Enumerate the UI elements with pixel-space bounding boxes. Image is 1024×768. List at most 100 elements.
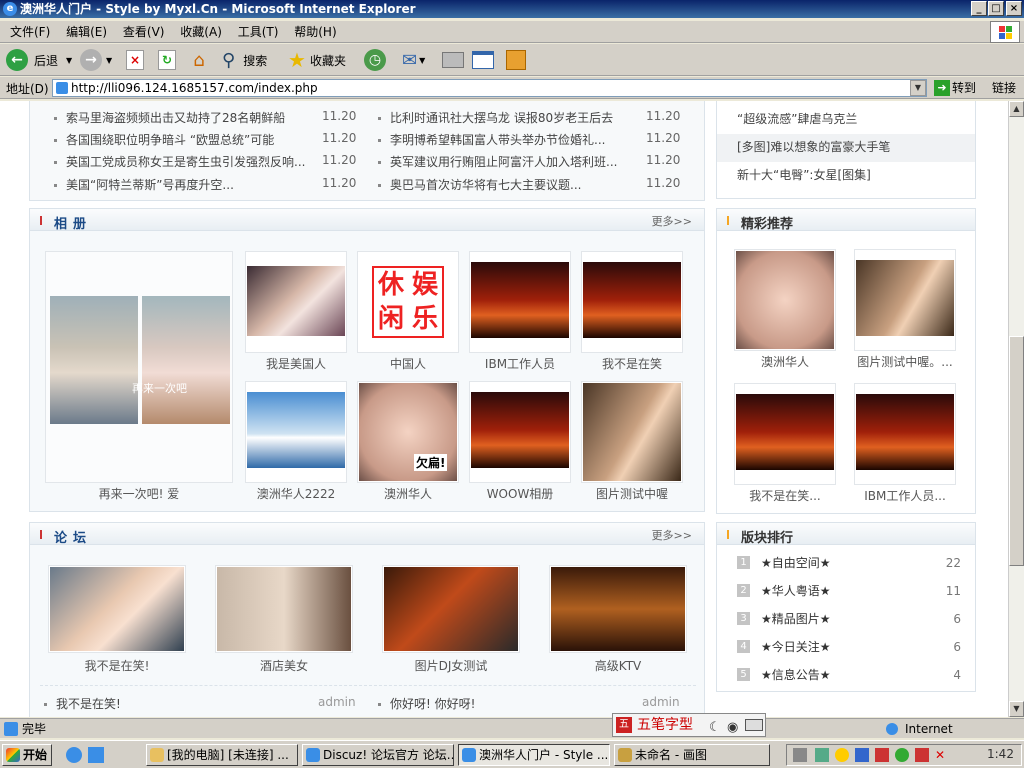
taskbar-item[interactable]: 未命名 - 画图 <box>614 744 770 766</box>
forum-thumb[interactable] <box>215 565 353 653</box>
desktop-quicklaunch-icon[interactable] <box>88 747 104 763</box>
recommend-thumb[interactable] <box>854 249 956 351</box>
recommend-caption[interactable]: 澳洲华人 <box>734 353 836 370</box>
album-thumb[interactable] <box>245 251 347 353</box>
tray-icon[interactable] <box>895 748 909 762</box>
taskbar-item-active[interactable]: 澳洲华人门户 - Style ... <box>458 744 610 766</box>
mail-button[interactable]: ✉ ▼ <box>402 48 425 72</box>
forum-thread[interactable]: 我不是在笑! admin <box>44 695 356 712</box>
news-item[interactable]: 英国工党成员称女王是寄生虫引发强烈反响... 11.20 <box>54 153 364 170</box>
album-thumb[interactable]: 欠扁! <box>357 381 459 483</box>
news-item[interactable]: 奥巴马首次访华将有七大主要议题... 11.20 <box>378 176 688 193</box>
scroll-thumb[interactable] <box>1009 336 1024 566</box>
side-news-item[interactable]: “超级流感”肆虐乌克兰 <box>737 110 857 127</box>
menu-edit[interactable]: 编辑(E) <box>60 21 113 43</box>
album-thumb[interactable]: 休娱闲乐 <box>357 251 459 353</box>
back-button[interactable]: ← 后退 ▼ <box>6 48 72 72</box>
address-input[interactable]: http://lli096.124.1685157.com/index.php <box>52 79 927 97</box>
research-button[interactable] <box>506 48 526 72</box>
news-item[interactable]: 索马里海盗频频出击又劫持了28名朝鲜船 11.20 <box>54 109 364 126</box>
antivirus-icon[interactable] <box>915 748 929 762</box>
menu-help[interactable]: 帮助(H) <box>288 21 342 43</box>
forum-caption[interactable]: 图片DJ女测试 <box>382 657 520 674</box>
album-caption[interactable]: 图片测试中喔 <box>581 485 683 502</box>
forum-caption[interactable]: 高级KTV <box>549 657 687 674</box>
album-caption[interactable]: 我是美国人 <box>245 355 347 372</box>
featured-caption[interactable]: 再来一次吧! 爱 <box>45 485 233 502</box>
ime-toolbar[interactable]: 五 五笔字型 ☾ ◉ <box>612 713 766 737</box>
ranking-row[interactable]: 2 ★华人粤语★ 11 <box>735 577 961 605</box>
recommend-thumb[interactable] <box>854 383 956 485</box>
edit-button[interactable] <box>472 48 494 72</box>
ie-quicklaunch-icon[interactable] <box>66 747 82 763</box>
taskbar-item[interactable]: [我的电脑] [未连接] ... <box>146 744 298 766</box>
album-caption[interactable]: WOOW相册 <box>469 485 571 502</box>
side-news-item[interactable]: [多图]难以想象的富豪大手笔 <box>737 138 890 155</box>
album-caption[interactable]: 澳洲华人 <box>357 485 459 502</box>
close-button[interactable]: × <box>1006 1 1022 16</box>
news-item[interactable]: 比利时通讯社大摆乌龙 误报80岁老王后去 11.20 <box>378 109 688 126</box>
search-button[interactable]: ⚲ 搜索 <box>222 48 267 72</box>
qq-icon[interactable] <box>835 748 849 762</box>
stop-button[interactable]: × <box>126 48 144 72</box>
moon-icon[interactable]: ☾ <box>709 717 721 739</box>
keyboard-icon[interactable] <box>745 719 763 731</box>
recommend-caption[interactable]: 我不是在笑... <box>734 487 836 504</box>
news-item[interactable]: 美国“阿特兰蒂斯”号再度升空... 11.20 <box>54 176 364 193</box>
go-button[interactable]: ➜ 转到 <box>932 79 986 97</box>
ranking-row[interactable]: 1 ★自由空间★ 22 <box>735 549 961 577</box>
forward-button[interactable]: → ▼ <box>80 48 112 72</box>
history-button[interactable]: ◷ <box>364 48 386 72</box>
tray-icon[interactable] <box>815 748 829 762</box>
print-button[interactable] <box>442 48 464 72</box>
menu-tools[interactable]: 工具(T) <box>232 21 285 43</box>
album-featured[interactable]: 再来一次吧 <box>45 251 233 483</box>
forum-caption[interactable]: 我不是在笑! <box>48 657 186 674</box>
forum-caption[interactable]: 酒店美女 <box>215 657 353 674</box>
scroll-up-button[interactable]: ▲ <box>1009 101 1024 117</box>
forum-more-link[interactable]: 更多>> <box>652 527 692 543</box>
recommend-caption[interactable]: 图片测试中喔。... <box>849 353 961 370</box>
album-more-link[interactable]: 更多>> <box>652 213 692 229</box>
forum-thumb[interactable] <box>382 565 520 653</box>
scroll-down-button[interactable]: ▼ <box>1009 701 1024 717</box>
punctuation-icon[interactable]: ◉ <box>727 717 738 739</box>
ranking-row[interactable]: 5 ★信息公告★ 4 <box>735 661 961 689</box>
recommend-thumb[interactable] <box>734 383 836 485</box>
recommend-caption[interactable]: IBM工作人员... <box>849 487 961 504</box>
taskbar-item[interactable]: Discuz! 论坛官方 论坛... <box>302 744 454 766</box>
menu-file[interactable]: 文件(F) <box>4 21 56 43</box>
album-caption[interactable]: 澳洲华人2222 <box>245 485 347 502</box>
forum-thread[interactable]: 你好呀! 你好呀! admin <box>378 695 680 712</box>
album-thumb[interactable] <box>469 381 571 483</box>
side-news-item[interactable]: 新十大“电臀”:女星[图集] <box>737 166 871 183</box>
album-caption[interactable]: IBM工作人员 <box>469 355 571 372</box>
album-caption[interactable]: 中国人 <box>357 355 459 372</box>
album-thumb[interactable] <box>245 381 347 483</box>
network-icon[interactable] <box>793 748 807 762</box>
recommend-thumb[interactable] <box>734 249 836 351</box>
minimize-button[interactable]: _ <box>971 1 987 16</box>
news-item[interactable]: 英军建议用行贿阻止阿富汗人加入塔利班... 11.20 <box>378 153 688 170</box>
tray-icon[interactable] <box>855 748 869 762</box>
news-item[interactable]: 各国围绕职位明争暗斗 “欧盟总统”可能 11.20 <box>54 131 364 148</box>
refresh-button[interactable]: ↻ <box>158 48 176 72</box>
shield-icon[interactable] <box>875 748 889 762</box>
forum-thumb[interactable] <box>549 565 687 653</box>
start-button[interactable]: 开始 <box>2 744 52 766</box>
album-caption[interactable]: 我不是在笑 <box>581 355 683 372</box>
news-item[interactable]: 李明博希望韩国富人带头举办节俭婚礼... 11.20 <box>378 131 688 148</box>
menu-favorites[interactable]: 收藏(A) <box>174 21 228 43</box>
ranking-row[interactable]: 3 ★精品图片★ 6 <box>735 605 961 633</box>
ranking-row[interactable]: 4 ★今日关注★ 6 <box>735 633 961 661</box>
album-thumb[interactable] <box>581 251 683 353</box>
home-button[interactable]: ⌂ <box>188 48 210 72</box>
links-button[interactable]: 链接 <box>992 79 1016 97</box>
network-error-icon[interactable]: ✕ <box>935 748 949 762</box>
album-thumb[interactable] <box>581 381 683 483</box>
maximize-button[interactable]: □ <box>988 1 1004 16</box>
forum-thumb[interactable] <box>48 565 186 653</box>
favorites-button[interactable]: ★ 收藏夹 <box>288 48 346 72</box>
album-thumb[interactable] <box>469 251 571 353</box>
menu-view[interactable]: 查看(V) <box>117 21 171 43</box>
